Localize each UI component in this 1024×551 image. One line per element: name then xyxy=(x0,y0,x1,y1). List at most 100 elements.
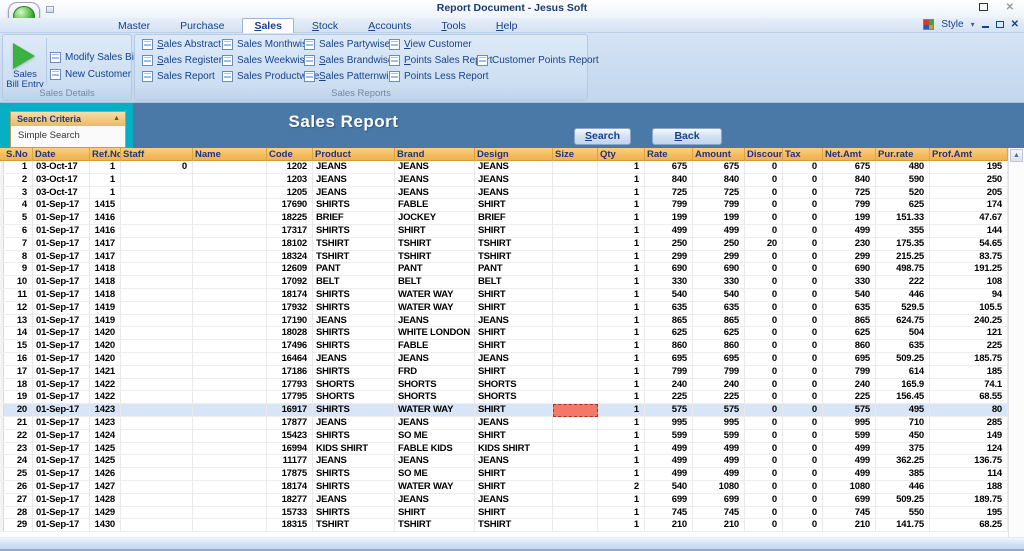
cell-tax[interactable]: 0 xyxy=(783,340,823,353)
ribbon-button-sales-abstract[interactable]: Sales Abstract xyxy=(142,39,221,50)
cell-product[interactable]: JEANS xyxy=(313,187,395,200)
cell-refno[interactable]: 1422 xyxy=(90,391,121,404)
cell-sno[interactable]: 26 xyxy=(4,481,33,494)
cell-purrate[interactable]: 614 xyxy=(876,366,930,379)
cell-staff[interactable] xyxy=(121,315,193,328)
cell-code[interactable]: 17690 xyxy=(267,199,313,212)
cell-profamt[interactable]: 124 xyxy=(930,443,1008,456)
cell-netamt[interactable]: 840 xyxy=(823,174,876,187)
cell-rate[interactable]: 199 xyxy=(645,212,693,225)
column-header-rate[interactable]: Rate xyxy=(645,148,693,161)
cell-qty[interactable]: 1 xyxy=(598,391,645,404)
cell-purrate[interactable]: 550 xyxy=(876,507,930,520)
cell-size[interactable] xyxy=(553,251,598,264)
cell-date[interactable]: 01-Sep-17 xyxy=(33,302,90,315)
cell-brand[interactable]: JEANS xyxy=(395,494,475,507)
tab-stock[interactable]: Stock xyxy=(300,18,350,33)
cell-tax[interactable]: 0 xyxy=(783,391,823,404)
cell-tax[interactable]: 0 xyxy=(783,187,823,200)
cell-amount[interactable]: 695 xyxy=(693,353,745,366)
cell-purrate[interactable]: 450 xyxy=(876,430,930,443)
cell-staff[interactable] xyxy=(121,468,193,481)
cell-tax[interactable]: 0 xyxy=(783,353,823,366)
cell-profamt[interactable]: 47.67 xyxy=(930,212,1008,225)
cell-staff[interactable] xyxy=(121,404,193,417)
cell-design[interactable]: JEANS xyxy=(475,455,553,468)
cell-brand[interactable]: SO ME xyxy=(395,430,475,443)
cell-profamt[interactable]: 285 xyxy=(930,417,1008,430)
cell-size[interactable] xyxy=(553,468,598,481)
cell-design[interactable]: SHIRT xyxy=(475,225,553,238)
cell-refno[interactable]: 1 xyxy=(90,187,121,200)
cell-tax[interactable]: 0 xyxy=(783,238,823,251)
cell-refno[interactable]: 1418 xyxy=(90,289,121,302)
column-header-design[interactable]: Design xyxy=(475,148,553,161)
table-row[interactable]: 2901-Sep-17143018315TSHIRTTSHIRTTSHIRT12… xyxy=(0,519,1008,532)
cell-staff[interactable] xyxy=(121,212,193,225)
cell-product[interactable]: SHIRTS xyxy=(313,225,395,238)
cell-size[interactable] xyxy=(553,276,598,289)
cell-rate[interactable]: 210 xyxy=(645,519,693,532)
cell-netamt[interactable]: 199 xyxy=(823,212,876,225)
cell-size[interactable] xyxy=(553,187,598,200)
cell-qty[interactable]: 1 xyxy=(598,302,645,315)
cell-discount[interactable]: 0 xyxy=(745,481,783,494)
cell-staff[interactable] xyxy=(121,238,193,251)
cell-design[interactable]: JEANS xyxy=(475,174,553,187)
cell-name[interactable] xyxy=(193,507,267,520)
cell-date[interactable]: 01-Sep-17 xyxy=(33,519,90,532)
cell-staff[interactable] xyxy=(121,353,193,366)
cell-rate[interactable]: 499 xyxy=(645,225,693,238)
cell-product[interactable]: SHORTS xyxy=(313,379,395,392)
cell-design[interactable]: JEANS xyxy=(475,494,553,507)
table-row[interactable]: 1101-Sep-17141818174SHIRTSWATER WAYSHIRT… xyxy=(0,289,1008,302)
cell-date[interactable]: 01-Sep-17 xyxy=(33,455,90,468)
cell-rate[interactable]: 699 xyxy=(645,494,693,507)
cell-discount[interactable]: 0 xyxy=(745,443,783,456)
cell-sno[interactable]: 16 xyxy=(4,353,33,366)
cell-design[interactable]: TSHIRT xyxy=(475,238,553,251)
cell-brand[interactable]: JEANS xyxy=(395,161,475,174)
cell-code[interactable]: 18174 xyxy=(267,481,313,494)
cell-size[interactable] xyxy=(553,379,598,392)
cell-sno[interactable]: 11 xyxy=(4,289,33,302)
cell-brand[interactable]: WHITE LONDON xyxy=(395,327,475,340)
ribbon-button-view-customer[interactable]: View Customer xyxy=(389,39,472,50)
cell-netamt[interactable]: 225 xyxy=(823,391,876,404)
cell-purrate[interactable]: 355 xyxy=(876,225,930,238)
cell-brand[interactable]: WATER WAY xyxy=(395,404,475,417)
cell-discount[interactable]: 0 xyxy=(745,404,783,417)
cell-name[interactable] xyxy=(193,302,267,315)
cell-sno[interactable]: 28 xyxy=(4,507,33,520)
cell-design[interactable]: SHIRT xyxy=(475,468,553,481)
table-row[interactable]: 1701-Sep-17142117186SHIRTSFRDSHIRT179979… xyxy=(0,366,1008,379)
cell-staff[interactable] xyxy=(121,187,193,200)
cell-name[interactable] xyxy=(193,353,267,366)
cell-date[interactable]: 01-Sep-17 xyxy=(33,481,90,494)
cell-tax[interactable]: 0 xyxy=(783,327,823,340)
cell-netamt[interactable]: 210 xyxy=(823,519,876,532)
cell-amount[interactable]: 499 xyxy=(693,468,745,481)
cell-design[interactable]: TSHIRT xyxy=(475,519,553,532)
cell-size[interactable] xyxy=(553,174,598,187)
cell-qty[interactable]: 1 xyxy=(598,455,645,468)
cell-amount[interactable]: 250 xyxy=(693,238,745,251)
column-header-brand[interactable]: Brand xyxy=(395,148,475,161)
cell-design[interactable]: SHIRT xyxy=(475,366,553,379)
cell-tax[interactable]: 0 xyxy=(783,481,823,494)
cell-amount[interactable]: 690 xyxy=(693,263,745,276)
cell-profamt[interactable]: 188 xyxy=(930,481,1008,494)
cell-design[interactable]: PANT xyxy=(475,263,553,276)
cell-product[interactable]: JEANS xyxy=(313,455,395,468)
cell-rate[interactable]: 995 xyxy=(645,417,693,430)
cell-purrate[interactable]: 624.75 xyxy=(876,315,930,328)
cell-size[interactable] xyxy=(553,340,598,353)
cell-staff[interactable] xyxy=(121,417,193,430)
cell-staff[interactable] xyxy=(121,225,193,238)
cell-rate[interactable]: 299 xyxy=(645,251,693,264)
cell-product[interactable]: SHIRTS xyxy=(313,289,395,302)
cell-netamt[interactable]: 745 xyxy=(823,507,876,520)
column-header-date[interactable]: Date xyxy=(33,148,90,161)
cell-tax[interactable]: 0 xyxy=(783,161,823,174)
cell-amount[interactable]: 860 xyxy=(693,340,745,353)
